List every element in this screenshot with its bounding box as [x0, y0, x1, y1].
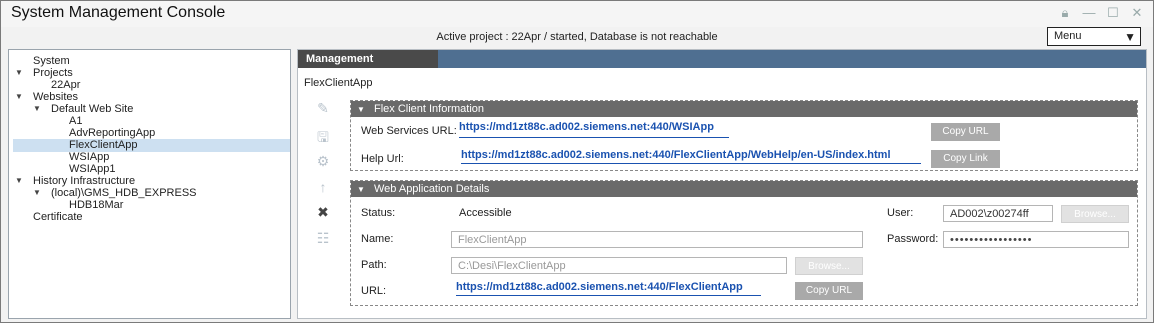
tree-item-a1[interactable]: A1 [69, 115, 82, 127]
up-arrow-icon[interactable]: ↑ [313, 179, 333, 199]
tree-item-wsiapp1[interactable]: WSIApp1 [69, 163, 115, 175]
copy-link-button[interactable]: Copy Link [931, 150, 1000, 168]
web-services-url-link[interactable]: https://md1zt88c.ad002.siemens.net:440/W… [459, 121, 714, 133]
url-label: URL: [361, 285, 387, 297]
menu-dropdown[interactable]: Menu ▼ [1047, 27, 1141, 46]
status-value: Accessible [459, 207, 512, 219]
user-label: User: [887, 207, 914, 219]
name-label: Name: [361, 233, 394, 245]
chevron-down-icon: ▼ [1124, 30, 1136, 44]
collapse-icon: ▼ [357, 185, 365, 194]
lock-icon[interactable]: 🔒︎ [1057, 5, 1073, 21]
web-services-url-label: Web Services URL: [361, 125, 457, 137]
tree-item-flexclientapp[interactable]: FlexClientApp [69, 139, 137, 151]
path-browse-button[interactable]: Browse... [795, 257, 863, 275]
window-title: System Management Console [11, 4, 226, 21]
title-bar: System Management Console 🔒︎ — ☐ ✕ [1, 1, 1153, 27]
name-field[interactable]: FlexClientApp [451, 231, 863, 248]
tree-item-system[interactable]: System [33, 55, 70, 67]
help-url-label: Help Url: [361, 153, 404, 165]
copy-url-button[interactable]: Copy URL [931, 123, 1000, 141]
save-icon[interactable]: 🖫︎ [313, 127, 333, 147]
window-controls: 🔒︎ — ☐ ✕ [1057, 5, 1145, 21]
maximize-icon[interactable]: ☐ [1105, 5, 1121, 21]
delete-icon[interactable]: ✖ [313, 204, 333, 224]
tree-item-22apr[interactable]: 22Apr [51, 79, 80, 91]
tab-management[interactable]: Management [298, 50, 438, 68]
help-url-link[interactable]: https://md1zt88c.ad002.siemens.net:440/F… [461, 149, 891, 161]
flex-client-header[interactable]: ▼ Flex Client Information [351, 101, 1137, 117]
edit-icon[interactable]: ✎ [313, 100, 333, 120]
minimize-icon[interactable]: — [1081, 5, 1097, 21]
flex-client-header-label: Flex Client Information [373, 103, 485, 115]
tree-item-advreportingapp[interactable]: AdvReportingApp [69, 127, 155, 139]
tab-bar: Management [298, 50, 1146, 68]
collapse-icon: ▼ [357, 105, 365, 114]
expand-icon[interactable]: ▼ [15, 92, 23, 101]
copy-app-url-button[interactable]: Copy URL [795, 282, 863, 300]
expand-icon[interactable]: ▼ [33, 188, 41, 197]
status-label: Status: [361, 207, 396, 219]
web-app-header[interactable]: ▼ Web Application Details [351, 181, 1137, 197]
url-underline [456, 295, 761, 296]
tree-item-wsiapp[interactable]: WSIApp [69, 151, 109, 163]
main-content: Management FlexClientApp ✎ 🖫︎ ⚙ ↑ ✖ ☷ ▼ … [297, 49, 1147, 319]
url-underline [459, 137, 729, 138]
app-window: System Management Console 🔒︎ — ☐ ✕ Activ… [0, 0, 1154, 323]
expand-icon[interactable]: ▼ [15, 68, 23, 77]
tree-item-default-web-site[interactable]: Default Web Site [51, 103, 133, 115]
menu-dropdown-value: Menu [1054, 30, 1082, 42]
tree-item-certificate[interactable]: Certificate [33, 211, 83, 223]
expand-icon[interactable]: ▼ [15, 176, 23, 185]
password-field[interactable]: ••••••••••••••••• [943, 231, 1129, 248]
path-field[interactable]: C:\Desi\FlexClientApp [451, 257, 787, 274]
status-bar: Active project : 22Apr / started, Databa… [1, 27, 1153, 47]
navigation-tree: System ▼ Projects 22Apr ▼ Websites ▼ Def… [8, 49, 291, 319]
expand-icon[interactable]: ▼ [33, 104, 41, 113]
password-label: Password: [887, 233, 939, 245]
user-field[interactable]: AD002\z00274ff [943, 205, 1053, 222]
tree-item-hdb18mar[interactable]: HDB18Mar [69, 199, 123, 211]
user-browse-button[interactable]: Browse... [1061, 205, 1129, 223]
tree-icon[interactable]: ☷ [313, 230, 333, 250]
url-underline [461, 163, 921, 164]
tree-item-projects[interactable]: Projects [33, 67, 73, 79]
close-icon[interactable]: ✕ [1129, 5, 1145, 21]
group-icon[interactable]: ⚙ [313, 153, 333, 173]
tree-item-local-gms[interactable]: (local)\GMS_HDB_EXPRESS [51, 187, 197, 199]
app-url-link[interactable]: https://md1zt88c.ad002.siemens.net:440/F… [456, 281, 743, 293]
tree-selection-highlight [13, 139, 290, 152]
flex-client-panel: ▼ Flex Client Information Web Services U… [350, 100, 1138, 171]
tree-item-websites[interactable]: Websites [33, 91, 78, 103]
path-label: Path: [361, 259, 387, 271]
web-app-header-label: Web Application Details [373, 183, 490, 195]
page-title: FlexClientApp [304, 77, 373, 89]
web-app-panel: ▼ Web Application Details Status: Access… [350, 180, 1138, 306]
tree-item-history-infrastructure[interactable]: History Infrastructure [33, 175, 135, 187]
project-status: Active project : 22Apr / started, Databa… [436, 31, 718, 43]
